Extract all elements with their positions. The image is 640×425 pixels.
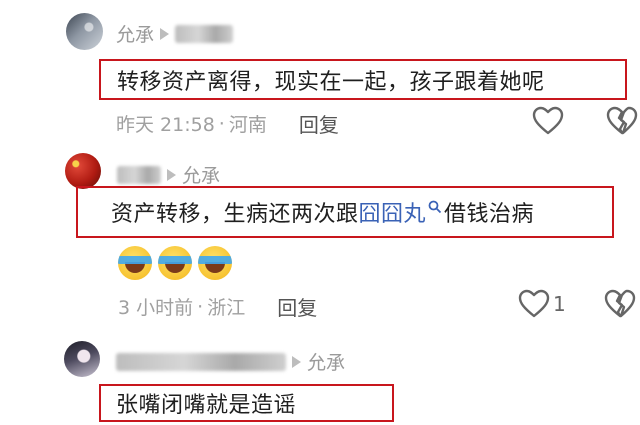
avatar[interactable] <box>66 13 103 50</box>
comment-text-box: 资产转移，生病还两次跟 囧囧丸 借钱治病 <box>76 186 614 238</box>
laugh-cry-emoji-icon <box>158 246 192 280</box>
meta-separator: · <box>218 112 225 135</box>
comment-meta: 昨天 21:58 · 河南 回复 <box>116 109 339 138</box>
avatar[interactable] <box>65 153 101 189</box>
reply-arrow-icon <box>160 27 170 40</box>
avatar-image <box>66 13 103 50</box>
reply-arrow-icon <box>167 168 176 181</box>
avatar-image <box>64 341 100 377</box>
broken-heart-icon[interactable] <box>606 106 638 136</box>
comment-location: 河南 <box>228 114 267 136</box>
search-icon <box>428 200 442 214</box>
author-name-blurred[interactable] <box>175 24 234 43</box>
author-name-blurred[interactable] <box>117 165 161 184</box>
comment-meta: 3 小时前 · 浙江 回复 <box>118 292 317 321</box>
reply-arrow-icon <box>292 355 301 368</box>
reply-button[interactable]: 回复 <box>277 292 317 321</box>
comment-text: 张嘴闭嘴就是造谣 <box>116 393 297 418</box>
reply-to-name[interactable]: 允承 <box>182 161 220 188</box>
avatar[interactable] <box>64 341 100 377</box>
mention-link[interactable]: 囧囧丸 <box>359 196 427 228</box>
comment-text-part: 借钱治病 <box>444 202 535 227</box>
comment-time: 3 小时前 <box>118 297 194 319</box>
comment-text-box: 转移资产离得，现实在一起，孩子跟着她呢 <box>99 59 627 100</box>
reply-button[interactable]: 回复 <box>299 109 339 138</box>
author-name-blurred[interactable] <box>116 352 286 371</box>
comment-time: 昨天 21:58 <box>116 114 215 136</box>
emoji-row <box>118 246 232 280</box>
reply-to-name[interactable]: 允承 <box>307 348 345 375</box>
laugh-cry-emoji-icon <box>198 246 232 280</box>
comment-header: 允承 <box>117 161 220 188</box>
meta-separator: · <box>197 295 204 318</box>
laugh-cry-emoji-icon <box>118 246 152 280</box>
comment-text-box: 张嘴闭嘴就是造谣 <box>99 384 394 422</box>
like-count: 1 <box>553 292 566 316</box>
comment-header: 允承 <box>116 20 234 47</box>
comment-text: 转移资产离得，现实在一起，孩子跟着她呢 <box>117 69 545 95</box>
comment-header: 允承 <box>116 348 345 375</box>
avatar-image <box>65 153 101 189</box>
reply-to-name[interactable]: 允承 <box>116 20 154 47</box>
comment-location: 浙江 <box>207 297 246 319</box>
broken-heart-icon[interactable] <box>604 289 636 319</box>
comment-text-part: 资产转移，生病还两次跟 <box>111 202 359 227</box>
heart-outline-icon[interactable] <box>518 289 550 319</box>
heart-outline-icon[interactable] <box>532 106 564 136</box>
